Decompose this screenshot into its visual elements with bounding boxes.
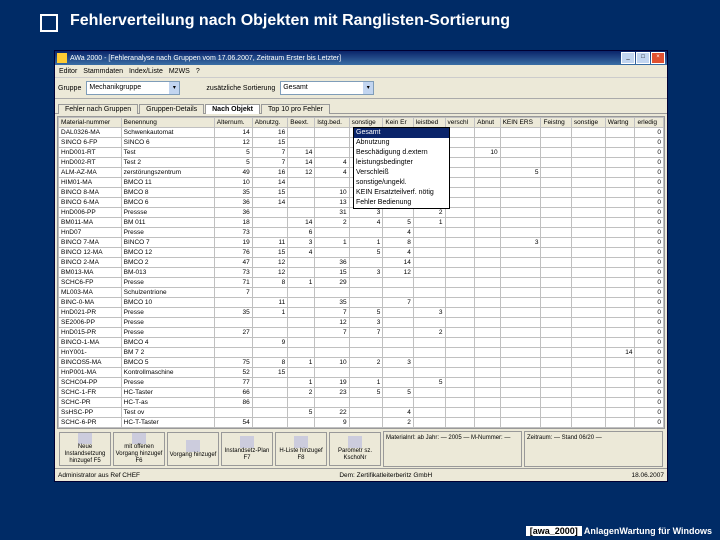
table-row[interactable]: HnD021-PRPresse3517530	[59, 308, 664, 318]
tool-icon	[294, 436, 308, 448]
table-row[interactable]: SCHC6-FPPresse7181290	[59, 278, 664, 288]
app-icon	[57, 53, 67, 63]
footer-text: AnlagenWartung für Windows	[584, 526, 712, 536]
column-header[interactable]: KEIN ERS	[500, 118, 541, 128]
app-window: AWa 2000 - [Fehleranalyse nach Gruppen v…	[54, 50, 668, 482]
bullet-icon	[40, 14, 58, 32]
dropdown-item[interactable]: Beschädigung d.extern	[354, 148, 449, 158]
column-header[interactable]: erledig	[635, 118, 664, 128]
menu-item[interactable]: Stammdaten	[83, 68, 123, 75]
table-row[interactable]: BINCO 2-MABMCO 2471236140	[59, 258, 664, 268]
info-box-1: Materialnrl: ab Jahr: — 2005 — M-Nummer:…	[383, 431, 522, 467]
dropdown-item[interactable]: Abnutzung	[354, 138, 449, 148]
info-box-2: Zeitraum: — Stand 06/20 —	[524, 431, 663, 467]
tool-icon	[186, 440, 200, 452]
btn-neue-instandsetzung[interactable]: Neue Instandsetzung hinzugef F5	[59, 432, 111, 466]
titlebar: AWa 2000 - [Fehleranalyse nach Gruppen v…	[55, 51, 667, 65]
menu-item[interactable]: ?	[196, 68, 200, 75]
table-row[interactable]: HnD006-PPPressse3631320	[59, 208, 664, 218]
tool-icon	[348, 436, 362, 448]
btn-parameter[interactable]: Parometr sz. KschoNr	[329, 432, 381, 466]
gruppe-label: Gruppe	[58, 85, 81, 92]
table-row[interactable]: SsHSC-PPTest ov52240	[59, 408, 664, 418]
table-row[interactable]: BINCO 12-MABMCO 1276154540	[59, 248, 664, 258]
tool-icon	[132, 433, 146, 444]
data-grid[interactable]: Material-nummerBenennungAlternum.Abnutzg…	[57, 116, 665, 438]
table-row[interactable]: SCHC04-PPPresse77119150	[59, 378, 664, 388]
table-row[interactable]: SCHC-PRHC-T-as860	[59, 398, 664, 408]
btn-vorgang[interactable]: Vorgang hinzugef	[167, 432, 219, 466]
table-row[interactable]: BINCOS5-MABMCO 5758110230	[59, 358, 664, 368]
chevron-down-icon: ▾	[169, 82, 179, 94]
bottom-toolbar: Neue Instandsetzung hinzugef F5 mit offe…	[57, 428, 665, 469]
slide-title: Fehlerverteilung nach Objekten mit Rangl…	[0, 0, 720, 30]
column-header[interactable]: Kein Er	[383, 118, 413, 128]
sort-label: zusätzliche Sortierung	[206, 85, 275, 92]
maximize-button[interactable]: □	[636, 52, 650, 64]
table-row[interactable]: ML003-MASchulzentrione70	[59, 288, 664, 298]
table-row[interactable]: HnD015-PRPresse277720	[59, 328, 664, 338]
dropdown-item[interactable]: sonstige/ungekl.	[354, 178, 449, 188]
menu-item[interactable]: Editor	[59, 68, 77, 75]
dropdown-item[interactable]: Gesamt	[354, 128, 449, 138]
toolbar: Gruppe Mechanikgruppe ▾ zusätzliche Sort…	[55, 78, 667, 99]
gruppe-combo[interactable]: Mechanikgruppe ▾	[86, 81, 180, 95]
column-header[interactable]: Abnut	[475, 118, 500, 128]
close-button[interactable]: ×	[651, 52, 665, 64]
column-header[interactable]: leistbed	[413, 118, 445, 128]
menubar: Editor Stammdaten Index/Liste M2WS ?	[55, 65, 667, 78]
dropdown-item[interactable]: leistungsbedingter Verschleiß	[354, 158, 449, 178]
status-date: 18.06.2007	[631, 472, 664, 479]
btn-instand-plan[interactable]: Instandsetz-Plan F7	[221, 432, 273, 466]
column-header[interactable]: Wartng	[605, 118, 635, 128]
chevron-down-icon: ▾	[363, 82, 373, 94]
table-row[interactable]: BINCO-1-MABMCO 490	[59, 338, 664, 348]
dropdown-item[interactable]: Fehler Bedienung	[354, 198, 449, 208]
column-header[interactable]: Material-nummer	[59, 118, 122, 128]
table-row[interactable]: HnP001-MAKontrollmaschine52150	[59, 368, 664, 378]
column-header[interactable]: verschl	[445, 118, 475, 128]
tab-gruppen-details[interactable]: Gruppen-Details	[139, 104, 204, 114]
tool-icon	[240, 436, 254, 448]
table-row[interactable]: SCHC-6-PRHC-T-Taster54920	[59, 418, 664, 428]
table-row[interactable]: SCHC-1-FRHC-Taster66223550	[59, 388, 664, 398]
menu-item[interactable]: Index/Liste	[129, 68, 163, 75]
table-row[interactable]: HnY001-BM 7 2140	[59, 348, 664, 358]
sort-dropdown-list[interactable]: Gesamt Abnutzung Beschädigung d.extern l…	[353, 127, 450, 209]
table-row[interactable]: SE2006-PPPresse1230	[59, 318, 664, 328]
column-header[interactable]: lstg.bed.	[315, 118, 349, 128]
slide-footer: [awa_2000] AnlagenWartung für Windows	[526, 526, 712, 536]
btn-hliste[interactable]: H-Liste hinzugef F8	[275, 432, 327, 466]
table-row[interactable]: BM013-MABM-0137312153120	[59, 268, 664, 278]
window-title: AWa 2000 - [Fehleranalyse nach Gruppen v…	[70, 55, 341, 62]
column-header[interactable]: Benennung	[121, 118, 214, 128]
table-row[interactable]: BINCO 7-MABINCO 71911311830	[59, 238, 664, 248]
status-user: Administrator aus Ref CHEF	[58, 472, 140, 479]
statusbar: Administrator aus Ref CHEF Dem: Zertifik…	[55, 468, 667, 481]
btn-offener-vorgang[interactable]: mit offenen Vorgang hinzugef F6	[113, 432, 165, 466]
minimize-button[interactable]: _	[621, 52, 635, 64]
column-header[interactable]: sonstige	[349, 118, 383, 128]
tool-icon	[78, 433, 92, 444]
column-header[interactable]: Feistng	[541, 118, 571, 128]
table-row[interactable]: BM011-MABM 011181424510	[59, 218, 664, 228]
tabstrip: Fehler nach Gruppen Gruppen-Details Nach…	[55, 99, 667, 114]
column-header[interactable]: Alternum.	[214, 118, 252, 128]
table-row[interactable]: BINC-0-MABMCO 10113570	[59, 298, 664, 308]
tab-top10[interactable]: Top 10 pro Fehler	[261, 104, 330, 114]
menu-item[interactable]: M2WS	[169, 68, 190, 75]
tab-fehler-gruppen[interactable]: Fehler nach Gruppen	[58, 104, 138, 114]
tab-nach-objekt[interactable]: Nach Objekt	[205, 104, 260, 114]
column-header[interactable]: Beext.	[288, 118, 315, 128]
table-row[interactable]: HnD07Presse73640	[59, 228, 664, 238]
sort-combo[interactable]: Gesamt ▾	[280, 81, 374, 95]
footer-tag: [awa_2000]	[526, 526, 582, 536]
column-header[interactable]: sonstige	[571, 118, 605, 128]
status-company: Dem: Zertifikatleiterberitz GmbH	[148, 472, 623, 479]
column-header[interactable]: Abnutzg.	[252, 118, 287, 128]
dropdown-item[interactable]: KEIN Ersatzteilverf. nötig	[354, 188, 449, 198]
